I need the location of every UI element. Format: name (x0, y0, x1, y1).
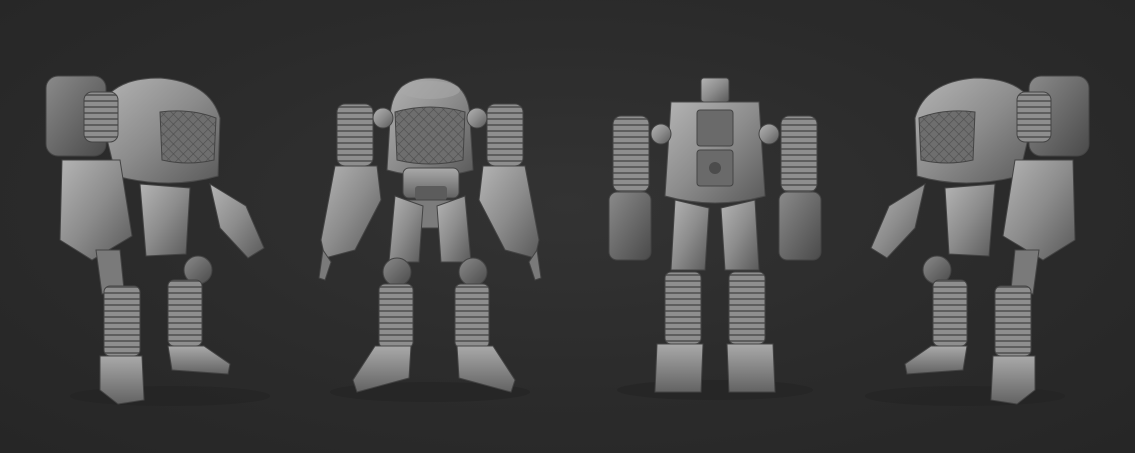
front-view (295, 0, 565, 453)
robot-left-three-quarter-model (45, 75, 270, 406)
robot-front-model (318, 77, 542, 402)
robot-right-three-quarter-model (865, 75, 1090, 406)
right-three-quarter-view (845, 0, 1115, 453)
back-view (585, 0, 845, 453)
left-three-quarter-view (20, 0, 290, 453)
robot-back-model (608, 77, 822, 400)
sculpt-turnaround-viewport (0, 0, 1135, 453)
